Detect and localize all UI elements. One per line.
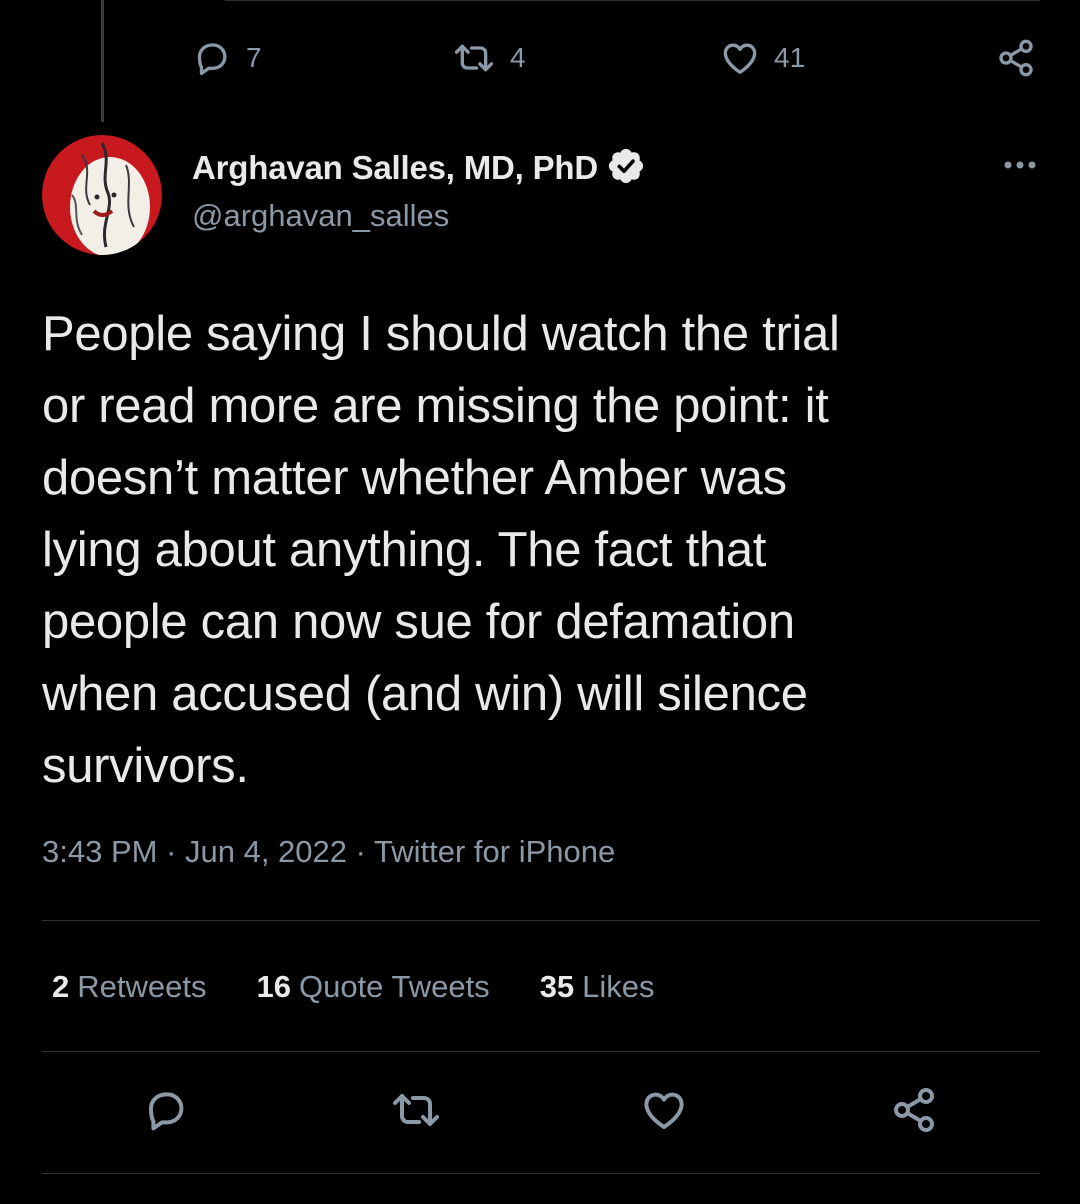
likes-label: Likes xyxy=(582,969,655,1004)
reply-button[interactable] xyxy=(138,1084,194,1140)
quote-tweets-count: 16 xyxy=(256,969,291,1004)
divider-actions-bottom xyxy=(42,1173,1040,1174)
like-button[interactable] xyxy=(636,1084,692,1140)
previous-tweet-actions: 7 4 41 xyxy=(0,30,1080,86)
top-divider xyxy=(225,0,1040,1)
previous-retweet-button[interactable]: 4 xyxy=(452,30,526,86)
share-icon xyxy=(996,38,1036,78)
reply-icon xyxy=(192,38,232,78)
tweet-actions xyxy=(0,1084,1080,1140)
divider-stats-bottom xyxy=(42,1051,1040,1052)
previous-share-button[interactable] xyxy=(996,30,1036,86)
retweet-icon xyxy=(452,38,496,78)
share-button[interactable] xyxy=(886,1084,942,1140)
tweet-text: People saying I should watch the trial o… xyxy=(42,307,840,793)
retweets-stat[interactable]: 2 Retweets xyxy=(52,969,206,1005)
previous-like-count: 41 xyxy=(774,42,806,73)
author-name-row[interactable]: Arghavan Salles, MD, PhD xyxy=(192,146,646,190)
author-name[interactable]: Arghavan Salles, MD, PhD xyxy=(192,149,598,187)
quote-tweets-stat[interactable]: 16 Quote Tweets xyxy=(256,969,489,1005)
heart-icon xyxy=(640,1086,688,1139)
author-handle[interactable]: @arghavan_salles xyxy=(192,198,449,234)
quote-tweets-label: Quote Tweets xyxy=(298,969,490,1004)
more-options-button[interactable] xyxy=(1000,150,1040,180)
divider-stats-top xyxy=(42,920,1040,921)
likes-stat[interactable]: 35 Likes xyxy=(540,969,655,1005)
likes-count: 35 xyxy=(539,969,575,1004)
retweet-icon xyxy=(389,1086,443,1139)
verified-badge-icon xyxy=(606,146,646,191)
retweets-label: Retweets xyxy=(77,969,207,1004)
avatar[interactable] xyxy=(42,135,162,255)
retweet-button[interactable] xyxy=(388,1084,444,1140)
reply-icon xyxy=(142,1086,190,1139)
previous-reply-button[interactable]: 7 xyxy=(192,30,262,86)
retweets-count: 2 xyxy=(52,969,70,1004)
more-icon xyxy=(1000,161,1040,184)
previous-retweet-count: 4 xyxy=(510,42,526,73)
tweet-timestamp-source[interactable]: 3:43 PM · Jun 4, 2022 · Twitter for iPho… xyxy=(42,834,615,870)
tweet-stats: 2 Retweets 16 Quote Tweets 35 Likes xyxy=(52,964,705,1010)
heart-icon xyxy=(720,38,760,78)
previous-reply-count: 7 xyxy=(246,42,262,73)
previous-like-button[interactable]: 41 xyxy=(720,30,805,86)
share-icon xyxy=(890,1086,938,1139)
